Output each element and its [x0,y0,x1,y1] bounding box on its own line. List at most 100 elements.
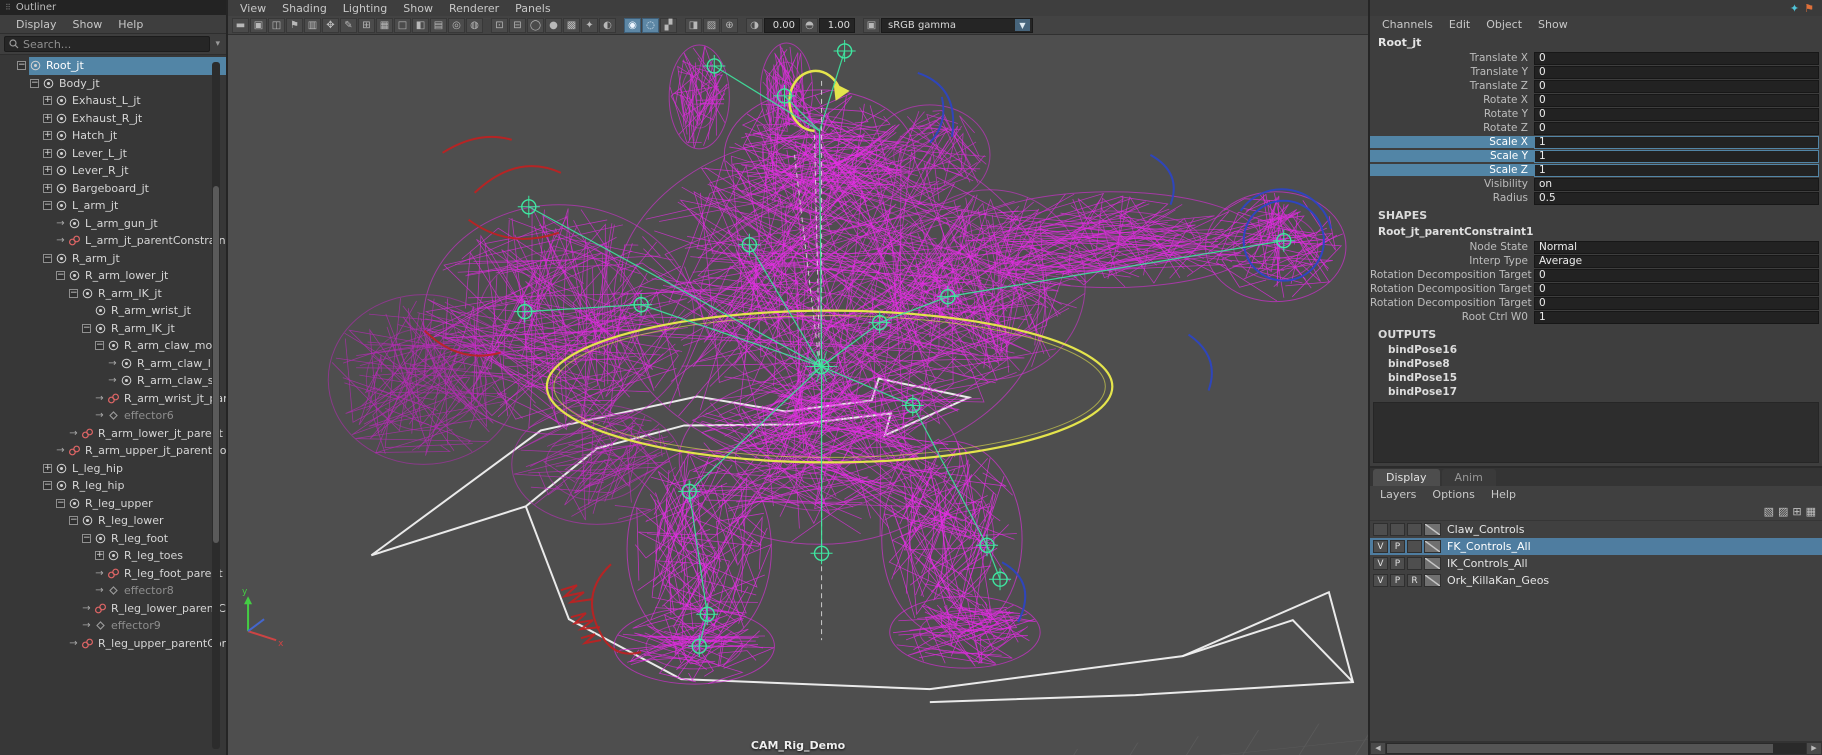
collapse-icon[interactable]: − [69,516,78,526]
layer-color-swatch[interactable] [1424,540,1441,553]
channel-row-node-state[interactable]: Node State Normal [1370,240,1822,254]
safe-action-icon[interactable]: ◎ [448,17,465,33]
shape-node-name[interactable]: Root_jt_parentConstraint1 [1370,224,1822,240]
channel-value-field[interactable]: Average [1534,254,1819,268]
shadows-icon[interactable]: ◐ [599,17,616,33]
resolution-gate-icon[interactable]: □ [394,17,411,33]
gamma-field[interactable]: 1.00 [819,17,855,33]
collapse-icon[interactable]: − [43,481,52,491]
channel-value-field[interactable]: 1 [1534,163,1819,177]
move-layer-up-icon[interactable]: ▧ [1764,505,1774,518]
image-plane-icon[interactable]: ▥ [304,17,321,33]
channel-value-field[interactable]: 0 [1534,282,1819,296]
exposure-field[interactable]: 0.00 [764,17,800,33]
tree-item-r-arm-upper-jt-parentco[interactable]: → R_arm_upper_jt_parentCo [0,442,226,460]
film-slate-icon[interactable]: ▬ [232,17,249,33]
scroll-right-icon[interactable]: ▶ [1807,742,1821,754]
channel-row-rotation-decomposition-target-z[interactable]: Rotation Decomposition Target Z0 [1370,296,1822,310]
expand-icon[interactable]: + [43,96,52,106]
tree-item-r-arm-claw-l[interactable]: → R_arm_claw_l [0,355,226,373]
tree-item-effector6[interactable]: → effector6 [0,407,226,425]
camera-attributes-icon[interactable]: ◫ [268,17,285,33]
tab-anim[interactable]: Anim [1441,469,1496,486]
tree-item-r-leg-lower-parentc[interactable]: → R_leg_lower_parentC [0,600,226,618]
expand-icon[interactable]: + [43,131,52,141]
layer-playback-toggle[interactable]: P [1390,540,1405,553]
select-camera-icon[interactable]: ▣ [250,17,267,33]
channel-value-field[interactable]: 0 [1534,107,1819,121]
tree-item-effector8[interactable]: → effector8 [0,582,226,600]
tree-item-r-arm-wrist-jt-par[interactable]: → R_arm_wrist_jt_par [0,390,226,408]
channel-value-field[interactable]: 0 [1534,79,1819,93]
channelbox-menu-show[interactable]: Show [1530,16,1576,33]
tree-item-exhaust-l-jt[interactable]: + Exhaust_L_jt [0,92,226,110]
layer-visibility-toggle[interactable]: V [1373,574,1388,587]
hscroll-thumb[interactable] [1387,743,1774,753]
layer-visibility-toggle[interactable] [1373,523,1388,536]
motion-blur-icon[interactable]: ◌ [642,17,659,33]
expand-icon[interactable]: + [43,166,52,176]
layer-display-type-toggle[interactable]: R [1407,574,1422,587]
channel-value-field[interactable]: 0 [1534,121,1819,135]
tree-item-root-jt[interactable]: − Root_jt [0,57,226,75]
outliner-menu-display[interactable]: Display [8,16,65,33]
new-empty-layer-icon[interactable]: ⊞ [1792,505,1801,518]
exposure-icon[interactable]: ◑ [746,17,763,33]
collapse-icon[interactable]: − [95,341,104,351]
tree-item-lever-r-jt[interactable]: + Lever_R_jt [0,162,226,180]
tree-item-r-arm-ik-jt[interactable]: − R_arm_IK_jt [0,285,226,303]
layer-visibility-toggle[interactable]: V [1373,557,1388,570]
tree-item-lever-l-jt[interactable]: + Lever_L_jt [0,145,226,163]
grid-icon[interactable]: ⊞ [358,17,375,33]
workspace-icon[interactable]: ✦ [1790,2,1799,15]
collapse-icon[interactable]: − [17,61,26,71]
layer-playback-toggle[interactable]: P [1390,557,1405,570]
safe-title-icon[interactable]: ◍ [466,17,483,33]
layer-menu-options[interactable]: Options [1424,486,1482,503]
channelbox-node-name[interactable]: Root_jt [1370,33,1822,51]
layer-menu-layers[interactable]: Layers [1372,486,1424,503]
channel-value-field[interactable]: on [1534,177,1819,191]
textured-display-icon[interactable]: ▩ [563,17,580,33]
layer-color-swatch[interactable] [1424,574,1441,587]
expand-icon[interactable]: + [43,183,52,193]
isolate-select-icon[interactable]: ◨ [685,17,702,33]
channel-row-rotation-decomposition-target-y[interactable]: Rotation Decomposition Target Y0 [1370,282,1822,296]
tree-item-r-leg-upper[interactable]: − R_leg_upper [0,495,226,513]
channel-row-visibility[interactable]: Visibility on [1370,177,1822,191]
collapse-icon[interactable]: − [69,288,78,298]
channel-value-field[interactable]: 1 [1534,135,1819,149]
screen-space-ao-icon[interactable]: ◉ [624,17,641,33]
tree-item-r-leg-toes[interactable]: + R_leg_toes [0,547,226,565]
tree-item-r-arm-ik-jt[interactable]: − R_arm_IK_jt [0,320,226,338]
viewport-menu-lighting[interactable]: Lighting [335,0,395,17]
tree-item-r-leg-foot[interactable]: − R_leg_foot [0,530,226,548]
tree-item-r-arm-claw-si[interactable]: → R_arm_claw_si [0,372,226,390]
channel-value-field[interactable]: 1 [1534,310,1819,324]
tree-item-r-leg-foot-parent[interactable]: → R_leg_foot_parent [0,565,226,583]
layer-row-ork-killakan-geos[interactable]: V P R Ork_KillaKan_Geos [1370,572,1822,589]
layer-display-type-toggle[interactable] [1407,523,1422,536]
tree-item-r-leg-hip[interactable]: − R_leg_hip [0,477,226,495]
tree-item-r-arm-wrist-jt[interactable]: R_arm_wrist_jt [0,302,226,320]
move-layer-down-icon[interactable]: ▨ [1778,505,1788,518]
layer-row-fk-controls-all[interactable]: V P FK_Controls_All [1370,538,1822,555]
output-node-bindpose8[interactable]: bindPose8 [1370,357,1822,371]
tree-item-hatch-jt[interactable]: + Hatch_jt [0,127,226,145]
layer-color-swatch[interactable] [1424,523,1441,536]
wireframe-display-icon[interactable]: ◯ [527,17,544,33]
layer-menu-help[interactable]: Help [1483,486,1524,503]
channel-value-field[interactable]: Normal [1534,240,1819,254]
channel-value-field[interactable]: 0 [1534,93,1819,107]
chevron-down-icon[interactable]: ▼ [1015,19,1030,31]
channel-row-scale-y[interactable]: Scale Y1 [1370,149,1822,163]
use-all-lights-icon[interactable]: ✦ [581,17,598,33]
channel-row-rotate-y[interactable]: Rotate Y 0 [1370,107,1822,121]
channelbox-menu-channels[interactable]: Channels [1374,16,1441,33]
tree-item-r-leg-lower[interactable]: − R_leg_lower [0,512,226,530]
layer-playback-toggle[interactable] [1390,523,1405,536]
two-d-pan-zoom-icon[interactable]: ✥ [322,17,339,33]
tree-item-l-arm-jt[interactable]: − L_arm_jt [0,197,226,215]
new-layer-from-selected-icon[interactable]: ▦ [1806,505,1816,518]
output-node-bindpose15[interactable]: bindPose15 [1370,371,1822,385]
